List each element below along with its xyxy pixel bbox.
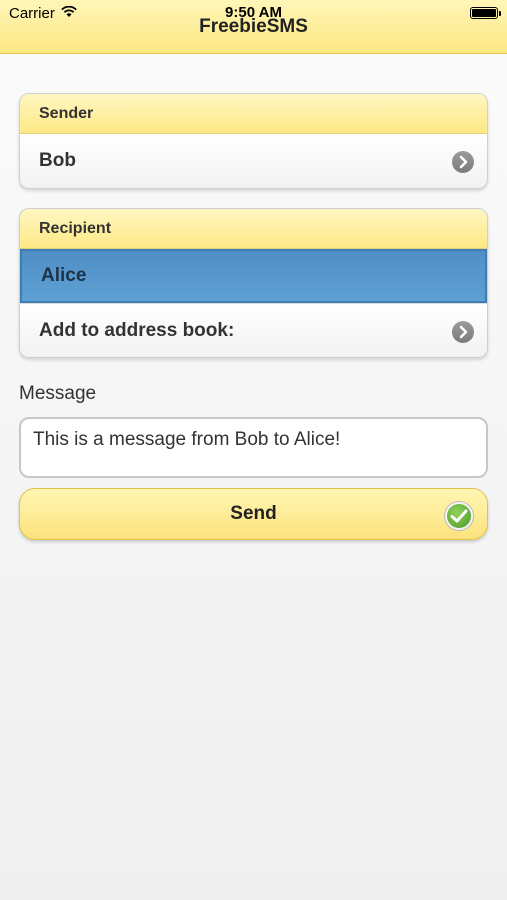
- app-title: FreebieSMS: [199, 16, 308, 37]
- add-to-address-book-label: Add to address book:: [39, 320, 235, 341]
- sender-group: Sender Bob: [19, 93, 488, 189]
- add-to-address-book-row[interactable]: Add to address book:: [20, 303, 487, 357]
- sender-row[interactable]: Bob: [20, 134, 487, 188]
- message-label: Message: [19, 383, 97, 404]
- sender-header: Sender: [20, 94, 487, 134]
- recipient-name: Alice: [41, 265, 87, 286]
- checkmark-circle-icon: [445, 502, 473, 530]
- send-label: Send: [230, 503, 277, 524]
- recipient-group: Recipient Alice Add to address book:: [19, 208, 488, 358]
- message-input[interactable]: This is a message from Bob to Alice!: [19, 417, 488, 478]
- sender-name: Bob: [39, 150, 76, 171]
- recipient-row-selected[interactable]: Alice: [20, 249, 487, 303]
- chevron-right-circle-icon[interactable]: [452, 321, 474, 343]
- navigation-bar: Carrier 9:50 AM FreebieSMS: [0, 0, 507, 54]
- send-button[interactable]: Send: [19, 488, 488, 540]
- chevron-right-circle-icon[interactable]: [452, 151, 474, 173]
- recipient-header: Recipient: [20, 209, 487, 249]
